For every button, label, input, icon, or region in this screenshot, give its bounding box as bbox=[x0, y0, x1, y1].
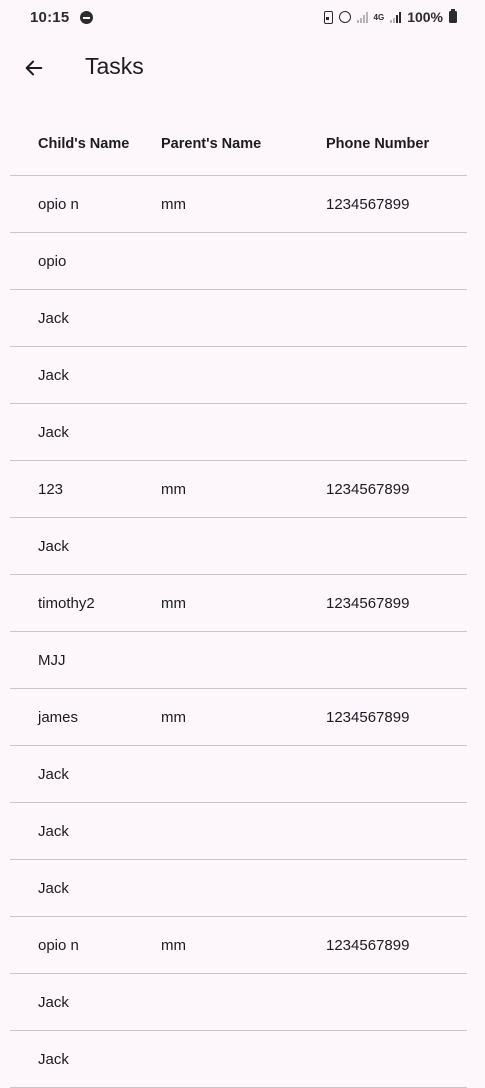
table-row[interactable]: opio n mm 1234567899 bbox=[10, 917, 467, 974]
table-row[interactable]: Jack bbox=[10, 290, 467, 347]
table-row[interactable]: Jack bbox=[10, 974, 467, 1031]
arrow-back-icon bbox=[25, 60, 43, 76]
cell-parent-name: mm bbox=[161, 936, 186, 954]
signal-weak-icon bbox=[356, 11, 368, 23]
table-row[interactable]: MJJ bbox=[10, 632, 467, 689]
table-row[interactable]: Jack bbox=[10, 347, 467, 404]
cell-phone-number: 1234567899 bbox=[326, 195, 410, 213]
table-row[interactable]: Jack bbox=[10, 860, 467, 917]
alarm-icon bbox=[338, 11, 351, 23]
cell-phone-number: 1234567899 bbox=[326, 480, 410, 498]
table-row[interactable]: james mm 1234567899 bbox=[10, 689, 467, 746]
cell-parent-name: mm bbox=[161, 708, 186, 726]
back-button[interactable] bbox=[14, 48, 54, 88]
do-not-disturb-icon bbox=[80, 11, 93, 24]
page-title: Tasks bbox=[85, 53, 144, 79]
table-header: Child's Name Parent's Name Phone Number bbox=[10, 112, 467, 176]
cell-parent-name: mm bbox=[161, 480, 186, 498]
cell-child-name: 123 bbox=[38, 480, 64, 498]
column-header-parent-name[interactable]: Parent's Name bbox=[161, 136, 326, 152]
table-row[interactable]: Jack bbox=[10, 1031, 467, 1088]
table-row[interactable]: Jack bbox=[10, 518, 467, 575]
column-header-child-name[interactable]: Child's Name bbox=[10, 136, 161, 152]
cell-child-name: Jack bbox=[38, 537, 69, 555]
cell-phone-number: 1234567899 bbox=[326, 936, 410, 954]
cell-child-name: opio n bbox=[38, 195, 79, 213]
cell-phone-number: 1234567899 bbox=[326, 708, 410, 726]
table-row[interactable]: opio bbox=[10, 233, 467, 290]
cell-child-name: Jack bbox=[38, 822, 69, 840]
table-row[interactable]: Jack bbox=[10, 404, 467, 461]
table-row[interactable]: opio n mm 1234567899 bbox=[10, 176, 467, 233]
battery-icon bbox=[449, 9, 457, 23]
cell-child-name: Jack bbox=[38, 765, 69, 783]
cell-child-name: opio bbox=[38, 252, 67, 270]
table-row[interactable]: Jack bbox=[10, 746, 467, 803]
column-header-phone-number[interactable]: Phone Number bbox=[326, 136, 467, 152]
signal-icon bbox=[390, 11, 402, 23]
cell-child-name: Jack bbox=[38, 879, 69, 897]
cell-child-name: opio n bbox=[38, 936, 79, 954]
table-body: opio n mm 1234567899 opio Jack Jack Jack 123 mm 1… bbox=[10, 176, 467, 1088]
cell-child-name: Jack bbox=[38, 423, 69, 441]
table-row[interactable]: 123 mm 1234567899 bbox=[10, 461, 467, 518]
cell-phone-number: 1234567899 bbox=[326, 594, 410, 612]
battery-percent: 100% bbox=[407, 9, 443, 25]
battery-saver-icon bbox=[323, 10, 333, 24]
status-icons: 4G 100% bbox=[323, 9, 457, 25]
cell-child-name: MJJ bbox=[38, 651, 66, 669]
cell-child-name: timothy2 bbox=[38, 594, 95, 612]
cell-parent-name: mm bbox=[161, 195, 186, 213]
status-bar: 10:15 4G 100% bbox=[0, 0, 485, 36]
table-row[interactable]: timothy2 mm 1234567899 bbox=[10, 575, 467, 632]
cell-child-name: Jack bbox=[38, 366, 69, 384]
cell-child-name: james bbox=[38, 708, 79, 726]
cell-parent-name: mm bbox=[161, 594, 186, 612]
cell-child-name: Jack bbox=[38, 309, 69, 327]
tasks-table: Child's Name Parent's Name Phone Number … bbox=[10, 112, 467, 1088]
cell-child-name: Jack bbox=[38, 993, 69, 1011]
status-time: 10:15 bbox=[30, 9, 70, 26]
table-row[interactable]: Jack bbox=[10, 803, 467, 860]
app-bar: Tasks bbox=[0, 36, 485, 100]
cell-child-name: Jack bbox=[38, 1050, 69, 1068]
network-type: 4G bbox=[373, 12, 385, 22]
